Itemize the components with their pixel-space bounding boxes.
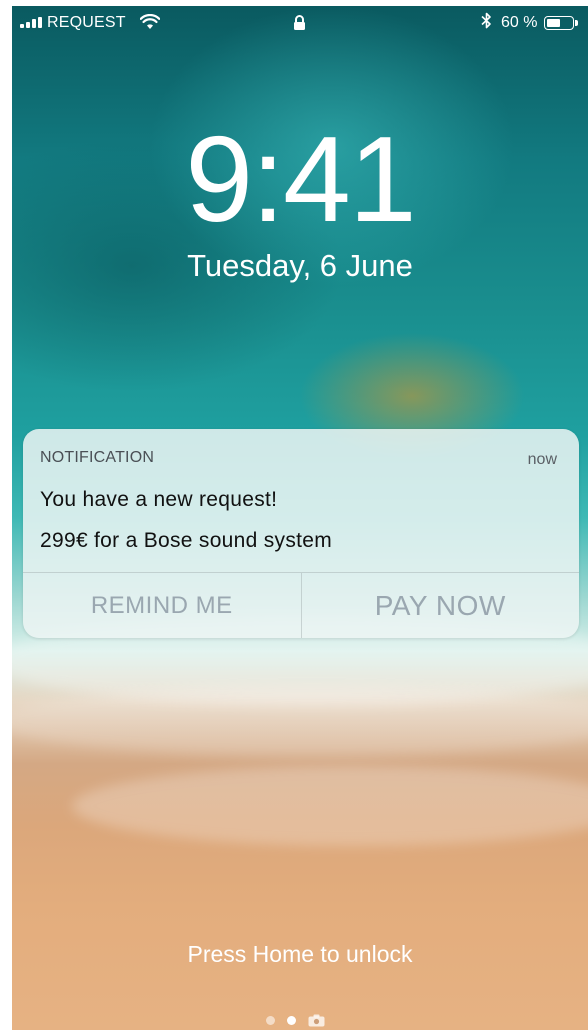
status-bar: REQUEST 60 % — [12, 6, 588, 40]
page-dot — [266, 1015, 275, 1025]
page-indicator — [266, 1014, 325, 1027]
remind-me-button[interactable]: REMIND ME — [23, 573, 302, 638]
unlock-hint: Press Home to unlock — [187, 941, 413, 967]
battery-percent: 60 % — [501, 14, 538, 31]
battery-tip — [575, 20, 578, 26]
notification-card[interactable]: NOTIFICATION now You have a new request!… — [23, 429, 579, 638]
battery-icon — [544, 16, 574, 30]
lock-clock: 9:41 — [185, 111, 416, 247]
wallpaper-foam — [12, 686, 588, 756]
bluetooth-icon — [481, 12, 492, 34]
lock-icon — [293, 14, 306, 36]
notification-app-name: NOTIFICATION — [40, 449, 155, 466]
wallpaper-foam — [72, 766, 588, 846]
signal-icon — [20, 17, 42, 28]
lock-screen: REQUEST 60 % 9:41 Tuesday, 6 June NOTIFI… — [12, 6, 588, 1030]
carrier-name: REQUEST — [47, 14, 126, 31]
wifi-icon — [139, 13, 161, 35]
notification-time: now — [527, 451, 557, 468]
notification-title: You have a new request! — [40, 488, 278, 511]
camera-icon[interactable] — [308, 1014, 325, 1027]
notification-actions: REMIND ME PAY NOW — [23, 572, 579, 638]
battery-level — [547, 19, 561, 27]
pay-now-button[interactable]: PAY NOW — [302, 573, 580, 638]
lock-date: Tuesday, 6 June — [187, 248, 413, 283]
page-dot-active — [287, 1015, 296, 1025]
notification-body: 299€ for a Bose sound system — [40, 529, 333, 552]
